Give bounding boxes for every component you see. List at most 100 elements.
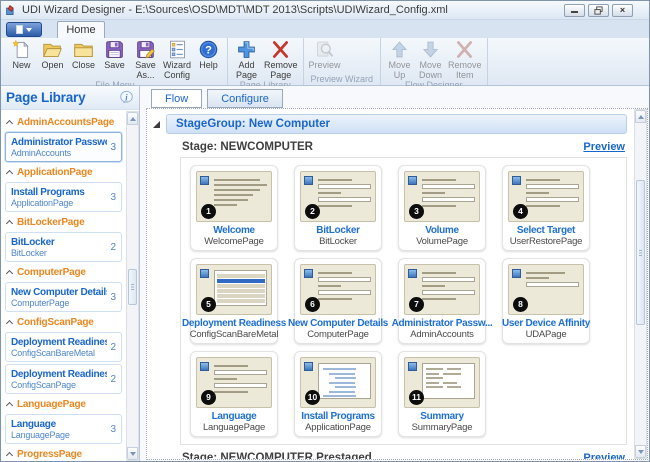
tab-home[interactable]: Home xyxy=(57,21,105,38)
sidebar-group-name: BitLockerPage xyxy=(17,217,84,228)
sidebar-group-name: ComputerPage xyxy=(17,267,86,278)
sidebar-scrollbar[interactable] xyxy=(126,111,139,461)
page-library-item[interactable]: Install ProgramsApplicationPage3 xyxy=(5,182,122,212)
main-scrollbar[interactable] xyxy=(634,109,647,459)
flow-page-title: Language xyxy=(212,411,257,422)
tab-configure[interactable]: Configure xyxy=(207,89,283,108)
page-thumbnail: 9 xyxy=(196,357,272,408)
window-close-button[interactable]: × xyxy=(612,4,633,17)
page-number-badge: 6 xyxy=(305,297,320,312)
scroll-down-icon xyxy=(638,450,644,454)
stage-section: Stage: NEWCOMPUTER Preview 1WelcomeWelcome… xyxy=(180,134,627,445)
flow-canvas: StageGroup: New Computer Stage: NEWCOMPU… xyxy=(146,108,648,460)
page-thumbnail: 3 xyxy=(404,171,480,222)
stage-preview-link[interactable]: Preview xyxy=(583,452,625,460)
stage-list: Stage: NEWCOMPUTER Preview 1WelcomeWelcome… xyxy=(180,134,627,460)
new-button[interactable]: New xyxy=(6,39,37,71)
remove-page-button[interactable]: RemovePage xyxy=(262,39,300,80)
flow-page-card[interactable]: 5Deployment ReadinessConfigScanBareMetal xyxy=(190,258,278,344)
sidebar-group-header[interactable]: LanguagePage xyxy=(7,399,120,410)
page-thumb-icon xyxy=(200,362,209,371)
info-icon[interactable]: i xyxy=(119,90,134,105)
flow-page-title: New Computer Details xyxy=(288,318,388,329)
flow-page-card[interactable]: 1WelcomeWelcomePage xyxy=(190,165,278,251)
flow-page-card[interactable]: 3VolumeVolumePage xyxy=(398,165,486,251)
scroll-down-button[interactable] xyxy=(127,447,138,460)
collapse-arrow-icon xyxy=(6,320,13,327)
page-item-title: Administrator Password xyxy=(11,137,107,148)
stage-panel: 1WelcomeWelcomePage2BitLockerBitLocker 3 V… xyxy=(180,157,627,445)
ribbon-tab-row: Home xyxy=(1,20,649,38)
remove-item-button: RemoveItem xyxy=(446,39,484,80)
save-icon xyxy=(104,39,125,60)
save-as-button[interactable]: SaveAs... xyxy=(130,39,161,80)
open-button[interactable]: Open xyxy=(37,39,68,71)
sidebar-group-header[interactable]: ApplicationPage xyxy=(7,167,120,178)
stage-preview-link[interactable]: Preview xyxy=(583,141,625,153)
help-button[interactable]: ?Help xyxy=(193,39,224,71)
page-item-subtitle: ComputerPage xyxy=(11,298,107,308)
scroll-up-button[interactable] xyxy=(635,110,646,123)
flow-page-card[interactable]: 11SummarySummaryPage xyxy=(398,351,486,437)
flow-page-subtitle: ApplicationPage xyxy=(305,422,371,433)
stage-header: Stage: NEWCOMPUTER Preview xyxy=(180,134,627,157)
page-thumbnail: 5 xyxy=(196,264,272,315)
sidebar-scrollbar-thumb[interactable] xyxy=(128,269,137,305)
flow-page-card[interactable]: 4Select TargetUserRestorePage xyxy=(502,165,590,251)
flow-page-title: Volume xyxy=(425,225,459,236)
app-icon xyxy=(5,4,18,17)
page-library-item[interactable]: Deployment ReadinessConfigScanPage2 xyxy=(5,364,122,394)
scroll-up-icon xyxy=(638,115,644,119)
flow-page-subtitle: SummaryPage xyxy=(412,422,473,433)
save-button[interactable]: Save xyxy=(99,39,130,71)
sidebar-group-header[interactable]: ComputerPage xyxy=(7,267,120,278)
collapse-arrow-icon xyxy=(6,170,13,177)
application-menu-button[interactable] xyxy=(6,22,42,37)
flow-page-card[interactable]: 6New Computer DetailsComputerPage xyxy=(294,258,382,344)
sidebar-group-header[interactable]: AdminAccountsPage xyxy=(7,117,120,128)
main-scrollbar-thumb[interactable] xyxy=(636,180,645,325)
page-library-item[interactable]: BitLockerBitLocker2 xyxy=(5,232,122,262)
page-library-item[interactable]: LanguageLanguagePage3 xyxy=(5,414,122,444)
page-thumb-icon xyxy=(304,269,313,278)
scroll-up-button[interactable] xyxy=(127,112,138,125)
save-button-label: Save xyxy=(104,61,125,71)
move-down-button: MoveDown xyxy=(415,39,446,80)
page-thumb-icon xyxy=(512,176,521,185)
flow-page-title: Deployment Readiness xyxy=(182,318,286,329)
tab-flow[interactable]: Flow xyxy=(151,89,202,108)
flow-page-card[interactable]: 7Administrator Passw...AdminAccounts xyxy=(398,258,486,344)
move-up-button-label: MoveUp xyxy=(389,61,411,80)
page-library-item[interactable]: New Computer DetailsComputerPage3 xyxy=(5,282,122,312)
flow-page-subtitle: AdminAccounts xyxy=(410,329,473,340)
open-button-label: Open xyxy=(41,61,63,71)
page-item-title: Language xyxy=(11,419,107,430)
expander-icon[interactable] xyxy=(153,121,160,128)
stage-title: Stage: NEWCOMPUTER xyxy=(182,141,313,153)
close-button-label: Close xyxy=(72,61,95,71)
page-item-title: Install Programs xyxy=(11,187,107,198)
sidebar-group-header[interactable]: ProgressPage xyxy=(7,449,120,460)
page-thumb-icon xyxy=(408,176,417,185)
sidebar-group-header[interactable]: ConfigScanPage xyxy=(7,317,120,328)
remove-page-icon xyxy=(270,39,291,60)
page-item-count: 3 xyxy=(110,142,116,153)
sidebar-group-header[interactable]: BitLockerPage xyxy=(7,217,120,228)
flow-page-card[interactable]: 9LanguageLanguagePage xyxy=(190,351,278,437)
title-bar: UDI Wizard Designer - E:\Sources\OSD\MDT… xyxy=(1,1,649,20)
wizard-config-button[interactable]: WizardConfig xyxy=(161,39,193,80)
page-item-title: BitLocker xyxy=(11,237,107,248)
page-thumb-icon xyxy=(512,269,521,278)
restore-button[interactable] xyxy=(588,4,609,17)
page-library-item[interactable]: Deployment ReadinessConfigScanBareMetal2 xyxy=(5,332,122,362)
scroll-down-button[interactable] xyxy=(635,445,646,458)
page-library-item[interactable]: Administrator PasswordAdminAccounts3 xyxy=(5,132,122,162)
add-page-button[interactable]: AddPage xyxy=(231,39,262,80)
stage-group-header[interactable]: StageGroup: New Computer xyxy=(166,114,627,134)
flow-page-card[interactable]: 2BitLockerBitLocker xyxy=(294,165,382,251)
restore-icon xyxy=(594,6,603,15)
close-button[interactable]: Close xyxy=(68,39,99,71)
flow-page-card[interactable]: 8User Device AffinityUDAPage xyxy=(502,258,590,344)
flow-page-card[interactable]: 10Install ProgramsApplicationPage xyxy=(294,351,382,437)
minimize-button[interactable] xyxy=(564,4,585,17)
